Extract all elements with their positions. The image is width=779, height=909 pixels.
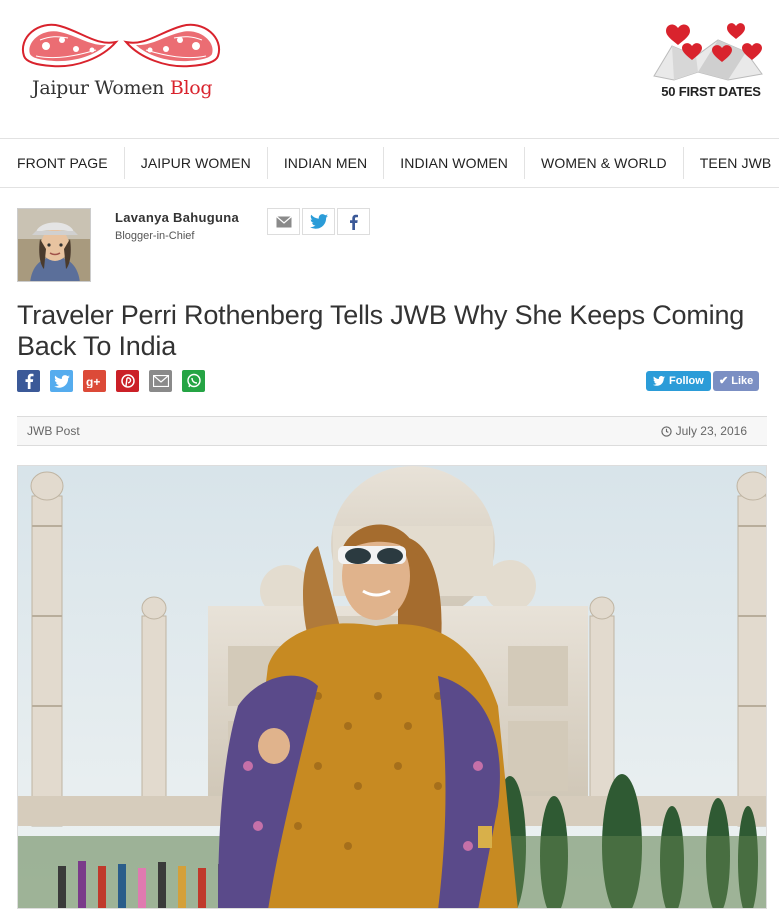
share-email-button[interactable]	[149, 370, 172, 392]
author-name[interactable]: Lavanya Bahuguna	[115, 210, 239, 225]
twitter-follow-button[interactable]: Follow	[646, 371, 711, 391]
hearts-map-icon	[653, 23, 763, 81]
twitter-icon	[653, 376, 665, 386]
nav-item-women-world[interactable]: WOMEN & WORLD	[525, 147, 684, 179]
post-date: July 23, 2016	[660, 424, 747, 438]
envelope-icon	[275, 215, 292, 227]
promo-label[interactable]: 50 FIRST DATES	[652, 84, 770, 99]
post-date-text: July 23, 2016	[675, 424, 747, 438]
article-title: Traveler Perri Rothenberg Tells JWB Why …	[17, 300, 745, 361]
clock-icon	[660, 425, 672, 437]
nav-item-jaipur-women[interactable]: JAIPUR WOMEN	[125, 147, 268, 179]
share-whatsapp-button[interactable]	[182, 370, 205, 392]
logo-text-accent: Blog	[169, 77, 213, 99]
nav-item-teen-jwb[interactable]: TEEN JWB	[684, 147, 779, 179]
twitter-icon	[309, 214, 328, 229]
post-meta-bar: JWB Post July 23, 2016	[17, 416, 767, 446]
author-twitter-button[interactable]	[302, 208, 335, 235]
author-role: Blogger-in-Chief	[115, 230, 195, 242]
like-label: Like	[731, 375, 754, 387]
main-navigation: FRONT PAGE JAIPUR WOMEN INDIAN MEN INDIA…	[0, 138, 779, 188]
share-facebook-button[interactable]	[17, 370, 40, 392]
logo-text-main: Jaipur Women	[32, 77, 170, 99]
follow-label: Follow	[669, 375, 704, 387]
avatar[interactable]	[17, 208, 91, 282]
post-category[interactable]: JWB Post	[27, 424, 80, 438]
email-icon	[152, 375, 169, 387]
hero-image[interactable]	[17, 465, 767, 909]
site-header: Jaipur Women Blog 50 FIRST DATES	[0, 0, 779, 138]
paisley-logo-icon	[21, 23, 221, 68]
twitter-icon	[53, 374, 70, 388]
facebook-like-button[interactable]: ✔ Like	[713, 371, 760, 391]
share-twitter-button[interactable]	[50, 370, 73, 392]
author-social	[267, 208, 372, 235]
share-bar: g+	[17, 370, 215, 392]
svg-text:g+: g+	[86, 375, 100, 388]
nav-item-indian-men[interactable]: INDIAN MEN	[268, 147, 385, 179]
author-photo	[18, 209, 90, 281]
facebook-icon	[25, 373, 33, 389]
facebook-icon	[350, 214, 358, 230]
author-email-button[interactable]	[267, 208, 300, 235]
checkmark-icon: ✔	[719, 375, 729, 387]
site-logo-text[interactable]: Jaipur Women Blog	[32, 77, 213, 99]
author-box: Lavanya Bahuguna Blogger-in-Chief	[17, 208, 762, 284]
author-facebook-button[interactable]	[337, 208, 370, 235]
share-pinterest-button[interactable]	[116, 370, 139, 392]
googleplus-icon: g+	[86, 375, 100, 388]
share-googleplus-button[interactable]: g+	[83, 370, 106, 392]
whatsapp-icon	[186, 373, 201, 388]
nav-item-indian-women[interactable]: INDIAN WOMEN	[384, 147, 526, 179]
pinterest-icon	[120, 374, 135, 388]
taj-mahal-photo	[18, 466, 766, 908]
nav-item-front-page[interactable]: FRONT PAGE	[0, 147, 125, 179]
